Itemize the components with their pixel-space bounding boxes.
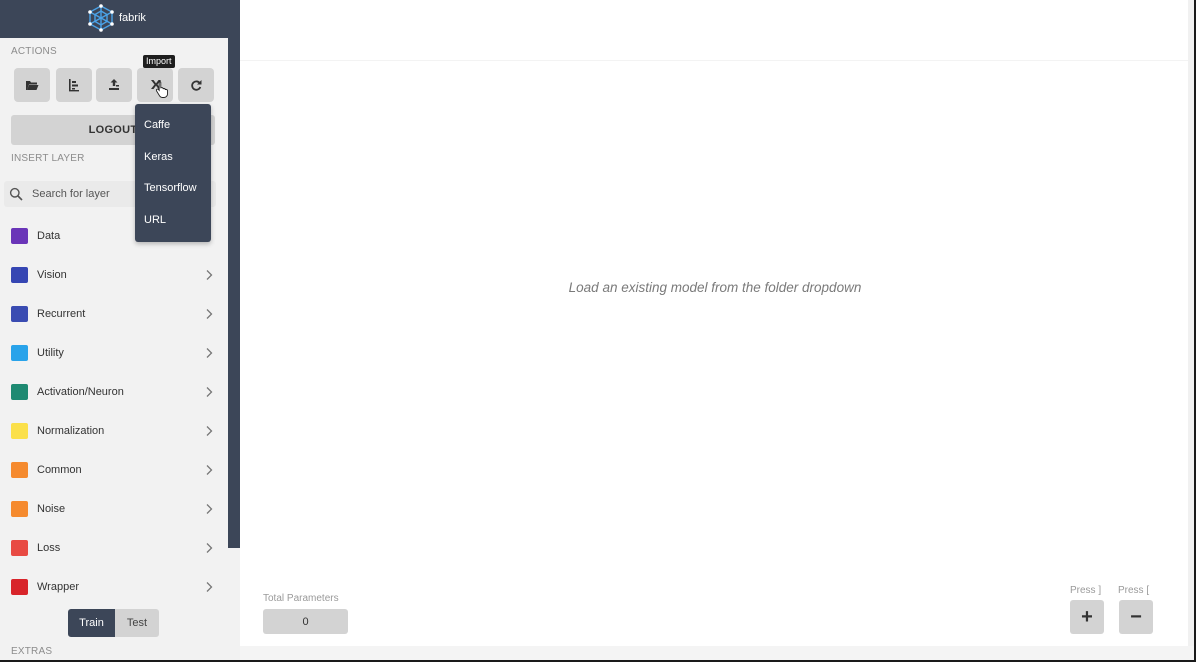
chevron-right-icon: [206, 582, 213, 593]
category-label: Utility: [37, 346, 64, 359]
category-label: Data: [37, 229, 61, 242]
refresh-button[interactable]: [178, 68, 214, 102]
canvas-scrollbar[interactable]: [1188, 0, 1194, 646]
import-keras-option[interactable]: Keras: [144, 151, 173, 163]
chevron-right-icon: [206, 308, 213, 319]
chevron-right-icon: [206, 543, 213, 554]
test-phase-button[interactable]: Test: [115, 609, 159, 637]
category-color-swatch: [11, 266, 28, 283]
layer-category-recurrent[interactable]: Recurrent: [0, 294, 228, 333]
search-input[interactable]: Search for layer: [32, 188, 110, 200]
import-url-option[interactable]: URL: [144, 214, 166, 226]
category-color-swatch: [11, 462, 28, 479]
category-label: Common: [37, 464, 82, 477]
app-window: Load an existing model from the folder d…: [0, 0, 1194, 660]
export-icon: [109, 79, 119, 90]
category-color-swatch: [11, 501, 28, 518]
category-color-swatch: [11, 579, 28, 596]
network-canvas[interactable]: [240, 0, 1194, 646]
fabrik-logo-icon: [88, 4, 114, 32]
category-color-swatch: [11, 423, 28, 439]
layer-category-activation-neuron[interactable]: Activation/Neuron: [0, 372, 228, 411]
layer-category-noise[interactable]: Noise: [0, 490, 228, 529]
bar-chart-icon: [69, 79, 79, 92]
train-phase-button[interactable]: Train: [68, 609, 115, 637]
category-color-swatch: [11, 344, 28, 361]
search-icon: [9, 187, 23, 201]
sidebar: fabrik ACTIONS LOGOUT INSERT LAYER Searc…: [0, 0, 240, 660]
sidebar-header: fabrik: [0, 0, 240, 38]
total-parameters-value: 0: [263, 609, 348, 634]
layer-category-utility[interactable]: Utility: [0, 333, 228, 372]
chevron-right-icon: [206, 465, 213, 476]
sidebar-scrollbar[interactable]: [228, 0, 240, 548]
category-label: Loss: [37, 542, 61, 555]
chevron-right-icon: [206, 386, 213, 397]
import-dropdown-menu: Caffe Keras Tensorflow URL: [135, 104, 211, 242]
extras-heading: EXTRAS: [11, 646, 53, 657]
import-tensorflow-option[interactable]: Tensorflow: [144, 182, 197, 194]
layer-category-vision[interactable]: Vision: [0, 255, 228, 294]
category-label: Noise: [37, 503, 66, 516]
app-name: fabrik: [119, 12, 146, 24]
category-color-swatch: [11, 540, 28, 557]
category-label: Activation/Neuron: [37, 385, 124, 398]
export-button[interactable]: [96, 68, 132, 102]
category-label: Wrapper: [37, 581, 79, 594]
chevron-right-icon: [206, 269, 213, 280]
layer-category-wrapper[interactable]: Wrapper: [0, 568, 228, 607]
canvas-hint-text: Load an existing model from the folder d…: [568, 280, 862, 295]
canvas-divider: [240, 60, 1188, 61]
chevron-right-icon: [206, 426, 213, 436]
phase-toggle: Train Test: [68, 609, 159, 637]
import-tooltip: Import: [143, 55, 175, 68]
category-label: Normalization: [37, 425, 105, 437]
actions-heading: ACTIONS: [11, 46, 57, 57]
import-caffe-option[interactable]: Caffe: [144, 119, 170, 131]
chevron-right-icon: [206, 504, 213, 515]
open-model-button[interactable]: [14, 68, 50, 102]
zoom-in-hint: Press ]: [1070, 585, 1102, 596]
canvas-bottom-strip: [240, 646, 1194, 660]
category-label: Recurrent: [37, 307, 86, 320]
total-parameters-label: Total Parameters: [263, 593, 339, 604]
statistics-button[interactable]: [56, 68, 92, 102]
category-color-swatch: [11, 305, 28, 322]
insert-layer-heading: INSERT LAYER: [11, 153, 85, 164]
layer-category-loss[interactable]: Loss: [0, 529, 228, 568]
zoom-out-hint: Press [: [1118, 585, 1150, 596]
refresh-icon: [191, 80, 202, 91]
zoom-in-button[interactable]: +: [1070, 600, 1104, 634]
category-label: Vision: [37, 268, 67, 281]
folder-open-icon: [26, 81, 39, 90]
zoom-out-button[interactable]: −: [1119, 600, 1153, 634]
app-logo[interactable]: fabrik: [86, 3, 146, 33]
category-color-swatch: [11, 383, 28, 400]
category-color-swatch: [11, 227, 28, 244]
layer-category-normalization[interactable]: Normalization: [0, 412, 228, 451]
chevron-right-icon: [206, 347, 213, 358]
hand-cursor-icon: [155, 81, 168, 98]
layer-category-common[interactable]: Common: [0, 451, 228, 490]
